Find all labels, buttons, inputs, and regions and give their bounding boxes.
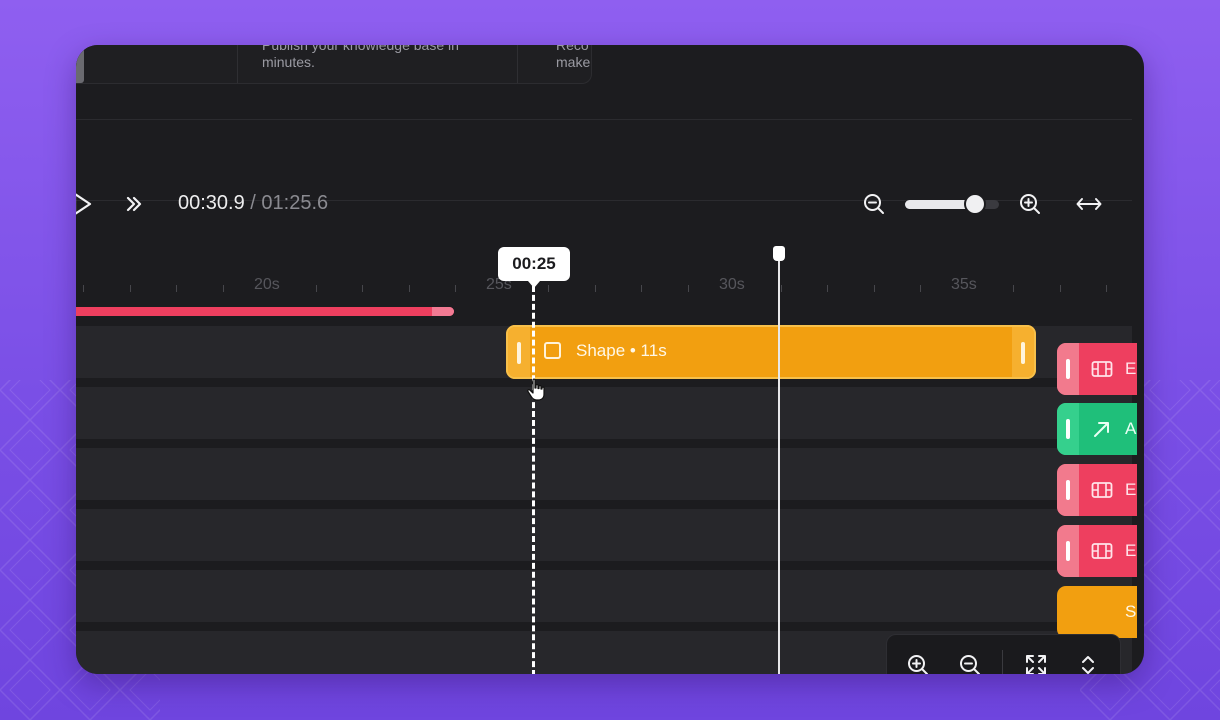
clip-label: E <box>1125 541 1137 560</box>
ruler-tick <box>1060 285 1061 292</box>
timeline-track[interactable] <box>76 387 1132 439</box>
card-text: make <box>556 54 591 70</box>
clip-shape-right[interactable]: S <box>1057 586 1137 638</box>
zoom-in-icon[interactable] <box>907 654 929 674</box>
card-text: minutes. <box>262 54 315 70</box>
film-icon <box>1091 361 1113 377</box>
editor-window: Publish your knowledge base in minutes. … <box>76 45 1144 674</box>
clip-label: E <box>1125 359 1137 378</box>
film-icon <box>1091 482 1113 498</box>
ruler-tick <box>362 285 363 292</box>
top-cards-strip: Publish your knowledge base in minutes. … <box>76 45 592 84</box>
ruler-tick <box>827 285 828 292</box>
horizontal-arrows-icon[interactable] <box>1076 193 1102 215</box>
divider <box>76 119 1132 120</box>
ruler-tick <box>455 285 456 292</box>
hand-cursor-icon <box>527 378 545 401</box>
ruler-tick <box>781 285 782 292</box>
ruler-label: 30s <box>719 276 745 293</box>
total-time: 01:25.6 <box>261 192 329 214</box>
ruler-tick <box>83 285 84 292</box>
ruler-tick <box>641 285 642 292</box>
clip-label: Shape • 11s <box>576 341 667 360</box>
clip-shape[interactable]: Shape • 11s <box>506 325 1036 379</box>
clip-handle[interactable] <box>432 307 454 316</box>
ruler-tick <box>409 285 410 292</box>
clip-left-handle[interactable] <box>517 342 521 364</box>
zoom-in-icon[interactable] <box>1019 193 1041 215</box>
ruler-tick <box>548 285 549 292</box>
square-shape-icon <box>544 342 561 359</box>
toolbar-separator <box>1002 650 1003 674</box>
timeline-track[interactable] <box>76 448 1132 500</box>
clip-handle[interactable] <box>1066 541 1070 561</box>
card-divider <box>237 45 238 83</box>
ruler-tick <box>1013 285 1014 292</box>
chevron-up-down-icon[interactable] <box>1077 654 1099 674</box>
hover-time-tooltip: 00:25 <box>498 247 570 288</box>
clip-handle[interactable] <box>1066 419 1070 439</box>
ruler-label: 20s <box>254 276 280 293</box>
zoom-out-icon[interactable] <box>959 654 981 674</box>
ruler-tick <box>920 285 921 292</box>
clip-effect[interactable]: E <box>1057 343 1137 395</box>
current-time: 00:30.9 <box>178 192 245 214</box>
clip-label: A <box>1125 419 1137 438</box>
timeline-track[interactable] <box>76 570 1132 622</box>
clip-animation[interactable]: A <box>1057 403 1137 455</box>
ruler-tick <box>223 285 224 292</box>
play-icon[interactable] <box>76 192 92 216</box>
film-icon <box>1091 543 1113 559</box>
timeline-zoom-toolbar <box>886 634 1121 674</box>
ruler-tick <box>874 285 875 292</box>
playhead-handle[interactable] <box>773 246 785 261</box>
arrow-up-right-icon <box>1094 422 1109 437</box>
scroll-thumb[interactable] <box>76 45 84 83</box>
tooltip-text: 00:25 <box>512 254 556 273</box>
clip-right-handle[interactable] <box>1021 342 1025 364</box>
zoom-slider[interactable] <box>905 193 999 215</box>
clip-effect[interactable]: E <box>1057 464 1137 516</box>
clip-handle[interactable] <box>1066 480 1070 500</box>
clip-pink-top[interactable] <box>76 307 454 316</box>
clip-label: E <box>1125 480 1137 499</box>
timeline-track[interactable] <box>76 509 1132 561</box>
ruler-tick <box>595 285 596 292</box>
ruler-tick <box>176 285 177 292</box>
card-divider <box>517 45 518 83</box>
expand-icon[interactable] <box>1025 654 1047 674</box>
ruler-tick <box>130 285 131 292</box>
fast-forward-icon[interactable] <box>125 195 143 213</box>
time-separator: / <box>244 192 262 214</box>
zoom-out-icon[interactable] <box>863 193 885 215</box>
timeline-ruler[interactable] <box>76 245 1132 305</box>
tooltip-arrow <box>528 281 540 288</box>
clip-label: S <box>1125 602 1137 621</box>
ruler-tick <box>688 285 689 292</box>
ruler-tick <box>316 285 317 292</box>
time-display: 00:30.9 / 01:25.6 <box>178 192 328 215</box>
playhead-line[interactable] <box>778 258 780 674</box>
ruler-tick <box>1106 285 1107 292</box>
clip-handle[interactable] <box>1066 359 1070 379</box>
hover-marker-line <box>532 286 535 674</box>
ruler-label: 35s <box>951 276 977 293</box>
zoom-slider-thumb[interactable] <box>963 193 986 215</box>
clip-effect[interactable]: E <box>1057 525 1137 577</box>
